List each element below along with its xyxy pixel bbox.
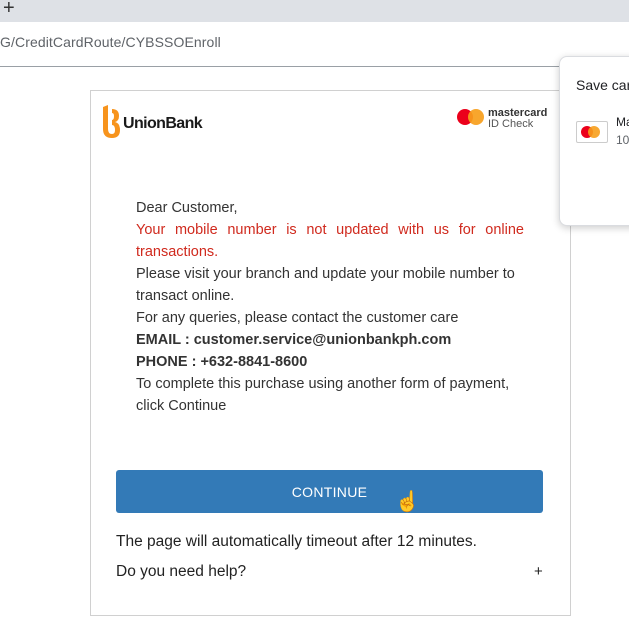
timeout-notice: The page will automatically timeout afte…: [116, 533, 477, 550]
greeting-text: Dear Customer,: [136, 200, 238, 216]
queries-text: For any queries, please contact the cust…: [136, 310, 459, 326]
message-body: Dear Customer, Your mobile number is not…: [136, 197, 524, 417]
bank-name: UnionBank: [123, 115, 203, 132]
email-line: EMAIL : customer.service@unionbankph.com: [136, 332, 452, 348]
warning-text: Your mobile number is not updated with u…: [136, 222, 524, 260]
card-expiry-text: 10: [616, 133, 629, 147]
card-name-text: Ma: [616, 115, 629, 129]
address-bar[interactable]: G/CreditCardRoute/CYBSSOEnroll: [0, 22, 629, 62]
browser-tabstrip: +: [0, 0, 629, 22]
instruction-text: Please visit your branch and update your…: [136, 266, 515, 304]
popup-title: Save car: [576, 77, 629, 93]
card-icon: [576, 121, 608, 143]
new-tab-button[interactable]: +: [3, 0, 15, 19]
continue-button[interactable]: CONTINUE: [116, 470, 543, 513]
url-text[interactable]: G/CreditCardRoute/CYBSSOEnroll: [0, 34, 221, 50]
save-card-popup: Save car Ma 10: [559, 56, 629, 226]
phone-line: PHONE : +632-8841-8600: [136, 354, 308, 370]
network-program: ID Check: [488, 118, 534, 130]
help-toggle-label[interactable]: Do you need help?: [116, 563, 246, 581]
alt-payment-text: To complete this purchase using another …: [136, 376, 510, 414]
mastercard-id-check: mastercard ID Check: [488, 108, 547, 130]
unionbank-logo-icon: [103, 105, 120, 138]
authentication-frame: UnionBank mastercard ID Check Dear Custo…: [90, 90, 571, 616]
help-expand-icon[interactable]: +: [534, 563, 543, 580]
